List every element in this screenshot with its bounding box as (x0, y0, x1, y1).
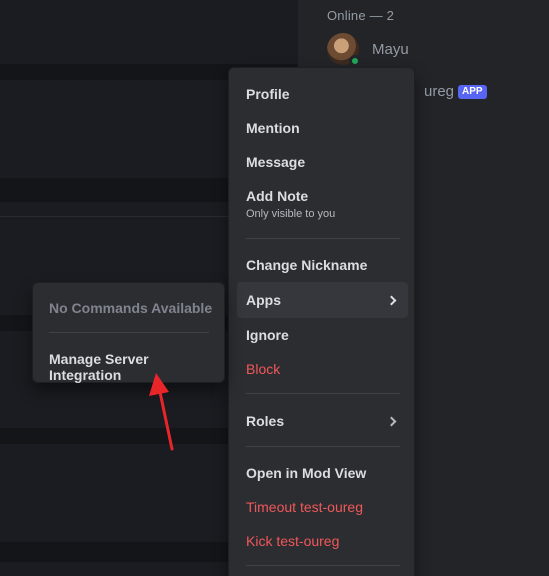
user-context-menu: Profile Mention Message Add Note Only vi… (228, 67, 415, 576)
chevron-right-icon (386, 416, 397, 426)
online-header: Online — 2 (327, 8, 395, 23)
manage-server-integration-button[interactable]: Manage Server Integration (49, 351, 224, 383)
apps-submenu: No Commands Available Manage Server Inte… (32, 282, 225, 383)
menu-separator (246, 238, 400, 239)
menu-item-ignore[interactable]: Ignore (237, 323, 408, 347)
discord-window: Online — 2 Mayu ureg APP Profile Mention… (0, 0, 549, 576)
menu-item-label: Kick test-oureg (246, 533, 340, 549)
menu-item-label: Change Nickname (246, 257, 368, 273)
menu-item-apps[interactable]: Apps (237, 282, 408, 318)
member-name: Mayu (372, 40, 409, 58)
member-name: ureg (424, 83, 455, 100)
menu-item-label: Message (246, 154, 306, 170)
no-commands-label: No Commands Available (49, 300, 213, 316)
menu-item-block[interactable]: Block (237, 357, 408, 381)
avatar (327, 33, 361, 67)
menu-separator (246, 393, 400, 394)
member-item[interactable]: Mayu (327, 33, 409, 67)
menu-item-label: Ignore (246, 327, 289, 343)
menu-item-subtext: Only visible to you (246, 208, 336, 220)
menu-separator (246, 446, 400, 447)
menu-separator (246, 565, 400, 566)
menu-item-label: Timeout test-oureg (246, 499, 363, 515)
menu-item-label: Profile (246, 86, 290, 102)
menu-separator (49, 332, 209, 333)
chevron-right-icon (386, 295, 397, 305)
menu-item-label: Open in Mod View (246, 465, 367, 481)
app-badge: APP (458, 84, 487, 99)
menu-item-open-mod-view[interactable]: Open in Mod View (237, 461, 408, 485)
menu-item-profile[interactable]: Profile (237, 82, 408, 106)
member-item[interactable]: ureg APP (424, 83, 487, 100)
menu-item-change-nickname[interactable]: Change Nickname (237, 253, 408, 277)
menu-item-message[interactable]: Message (237, 150, 408, 174)
menu-item-label: Roles (246, 413, 285, 429)
menu-item-kick[interactable]: Kick test-oureg (237, 529, 408, 553)
menu-item-mention[interactable]: Mention (237, 116, 408, 140)
menu-item-roles[interactable]: Roles (237, 409, 408, 433)
menu-item-label: Block (246, 361, 281, 377)
menu-item-timeout[interactable]: Timeout test-oureg (237, 495, 408, 519)
menu-item-label: Mention (246, 120, 300, 136)
menu-item-label: Add Note (246, 188, 309, 204)
menu-item-add-note[interactable]: Add Note (237, 184, 408, 208)
online-status-icon (349, 55, 361, 67)
menu-item-label: Apps (246, 292, 281, 308)
